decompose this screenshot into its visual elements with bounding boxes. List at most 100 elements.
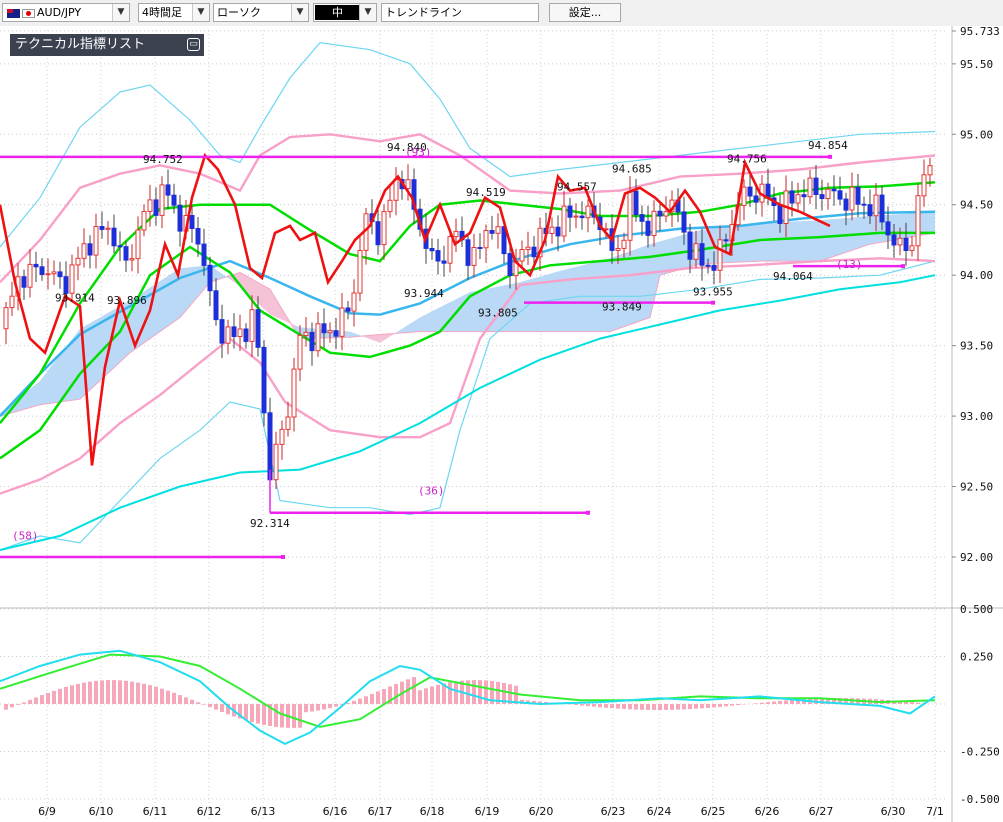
histogram-bar <box>910 702 914 704</box>
histogram-bar <box>196 702 200 704</box>
candle-bear <box>345 307 351 312</box>
candle-bull <box>387 199 393 213</box>
candle-bear <box>165 184 171 196</box>
collapse-icon[interactable]: ▭ <box>187 38 200 51</box>
cloud-segment <box>435 307 440 332</box>
symbol-select[interactable]: AUD/JPY ▼ <box>2 3 130 22</box>
chart-canvas: 94.75294.84094.519 94.55794.68594.75694.8… <box>0 26 1003 822</box>
candle-bear <box>555 226 561 237</box>
histogram-bar <box>112 680 116 704</box>
line-width-select[interactable]: 中 ▼ <box>313 3 377 22</box>
price-tick-label: 94.00 <box>960 269 993 282</box>
histogram-bar <box>100 680 104 704</box>
histogram-bar <box>70 685 74 704</box>
price-tick-label: 95.733 <box>960 26 1000 38</box>
cloud-segment <box>565 268 570 332</box>
trend-line-handle <box>586 510 590 515</box>
histogram-bar <box>694 704 698 709</box>
candle-bear <box>375 221 381 246</box>
candle-bull <box>795 194 801 204</box>
candle-bull <box>495 226 501 234</box>
candle-bull <box>927 165 933 176</box>
candle-bull <box>915 195 921 247</box>
cloud-segment <box>770 222 775 262</box>
drawing-tool-label: トレンドライン <box>385 6 462 19</box>
candle-bull <box>651 210 657 237</box>
candle-bull <box>897 237 903 246</box>
trend-line-handle <box>901 264 905 269</box>
candle-bear <box>579 215 585 219</box>
histogram-bar <box>646 704 650 710</box>
candle-bull <box>69 264 75 294</box>
candle-bull <box>51 271 57 275</box>
price-tick-label: 92.00 <box>960 551 993 564</box>
indicator-list-panel[interactable]: テクニカル指標リスト ▭ <box>10 34 204 56</box>
histogram-bar <box>730 704 734 706</box>
candle-bull <box>615 248 621 251</box>
price-label: 93.805 <box>478 307 518 320</box>
candle-bull <box>291 368 297 418</box>
price-tick-label: 92.50 <box>960 481 993 494</box>
price-label: 93.849 <box>602 301 642 314</box>
cloud-segment <box>930 211 935 234</box>
drawing-tool-field[interactable]: トレンドライン <box>381 3 539 22</box>
histogram-bar <box>124 680 128 704</box>
cloud-segment <box>815 220 820 262</box>
candle-bull <box>297 334 303 370</box>
chart-type-select[interactable]: ローソク ▼ <box>213 3 309 22</box>
histogram-bar <box>76 683 80 704</box>
chevron-down-icon[interactable]: ▼ <box>291 4 308 21</box>
price-label: 93.955 <box>693 286 733 299</box>
date-tick-label: 6/19 <box>475 805 500 818</box>
candle-bear <box>21 276 27 288</box>
candle-bear <box>219 319 225 344</box>
histogram-bar <box>274 704 278 727</box>
cloud-segment <box>90 320 95 390</box>
histogram-bar <box>316 704 320 711</box>
histogram-bar <box>616 704 620 709</box>
cloud-segment <box>265 286 270 315</box>
cloud-segment <box>625 251 630 327</box>
histogram-bar <box>718 704 722 707</box>
cloud-segment <box>870 215 875 245</box>
cloud-segment <box>445 302 450 332</box>
cloud-segment <box>760 222 765 262</box>
candle-bull <box>447 236 453 264</box>
candle-bear <box>687 231 693 260</box>
histogram-bar <box>364 696 368 704</box>
cloud-segment <box>95 317 100 386</box>
aud-flag-icon <box>7 8 20 18</box>
price-label: (58) <box>12 530 39 543</box>
chevron-down-icon[interactable]: ▼ <box>359 4 376 21</box>
cloud-segment <box>765 222 770 262</box>
cloud-segment <box>570 267 575 332</box>
price-tick-label: 93.50 <box>960 340 993 353</box>
chevron-down-icon[interactable]: ▼ <box>112 4 129 21</box>
candle-bear <box>855 186 861 205</box>
histogram-bar <box>412 677 416 704</box>
candle-bear <box>819 194 825 200</box>
settings-button[interactable]: 設定... <box>549 3 621 22</box>
cloud-segment <box>615 254 620 330</box>
cloud-segment <box>795 221 800 262</box>
chevron-down-icon[interactable]: ▼ <box>192 4 209 21</box>
histogram-bar <box>52 690 56 704</box>
candle-bear <box>189 215 195 229</box>
histogram-bar <box>10 704 14 708</box>
histogram-bar <box>256 704 260 724</box>
candle-bear <box>837 190 843 200</box>
candle-bull <box>471 247 477 266</box>
candle-bull <box>381 211 387 246</box>
trend-line-handle <box>828 154 832 159</box>
candle-bear <box>261 346 267 414</box>
histogram-bar <box>88 681 92 704</box>
histogram-bar <box>424 688 428 704</box>
candle-bull <box>105 227 111 230</box>
histogram-bar <box>670 704 674 710</box>
toolbar: AUD/JPY ▼ 4時間足 ▼ ローソク ▼ 中 ▼ トレンドライン 設定..… <box>0 0 1003 27</box>
date-tick-label: 6/9 <box>38 805 56 818</box>
candle-bear <box>801 194 807 198</box>
histogram-bar <box>676 704 680 710</box>
histogram-bar <box>250 704 254 723</box>
timeframe-select[interactable]: 4時間足 ▼ <box>138 3 210 22</box>
